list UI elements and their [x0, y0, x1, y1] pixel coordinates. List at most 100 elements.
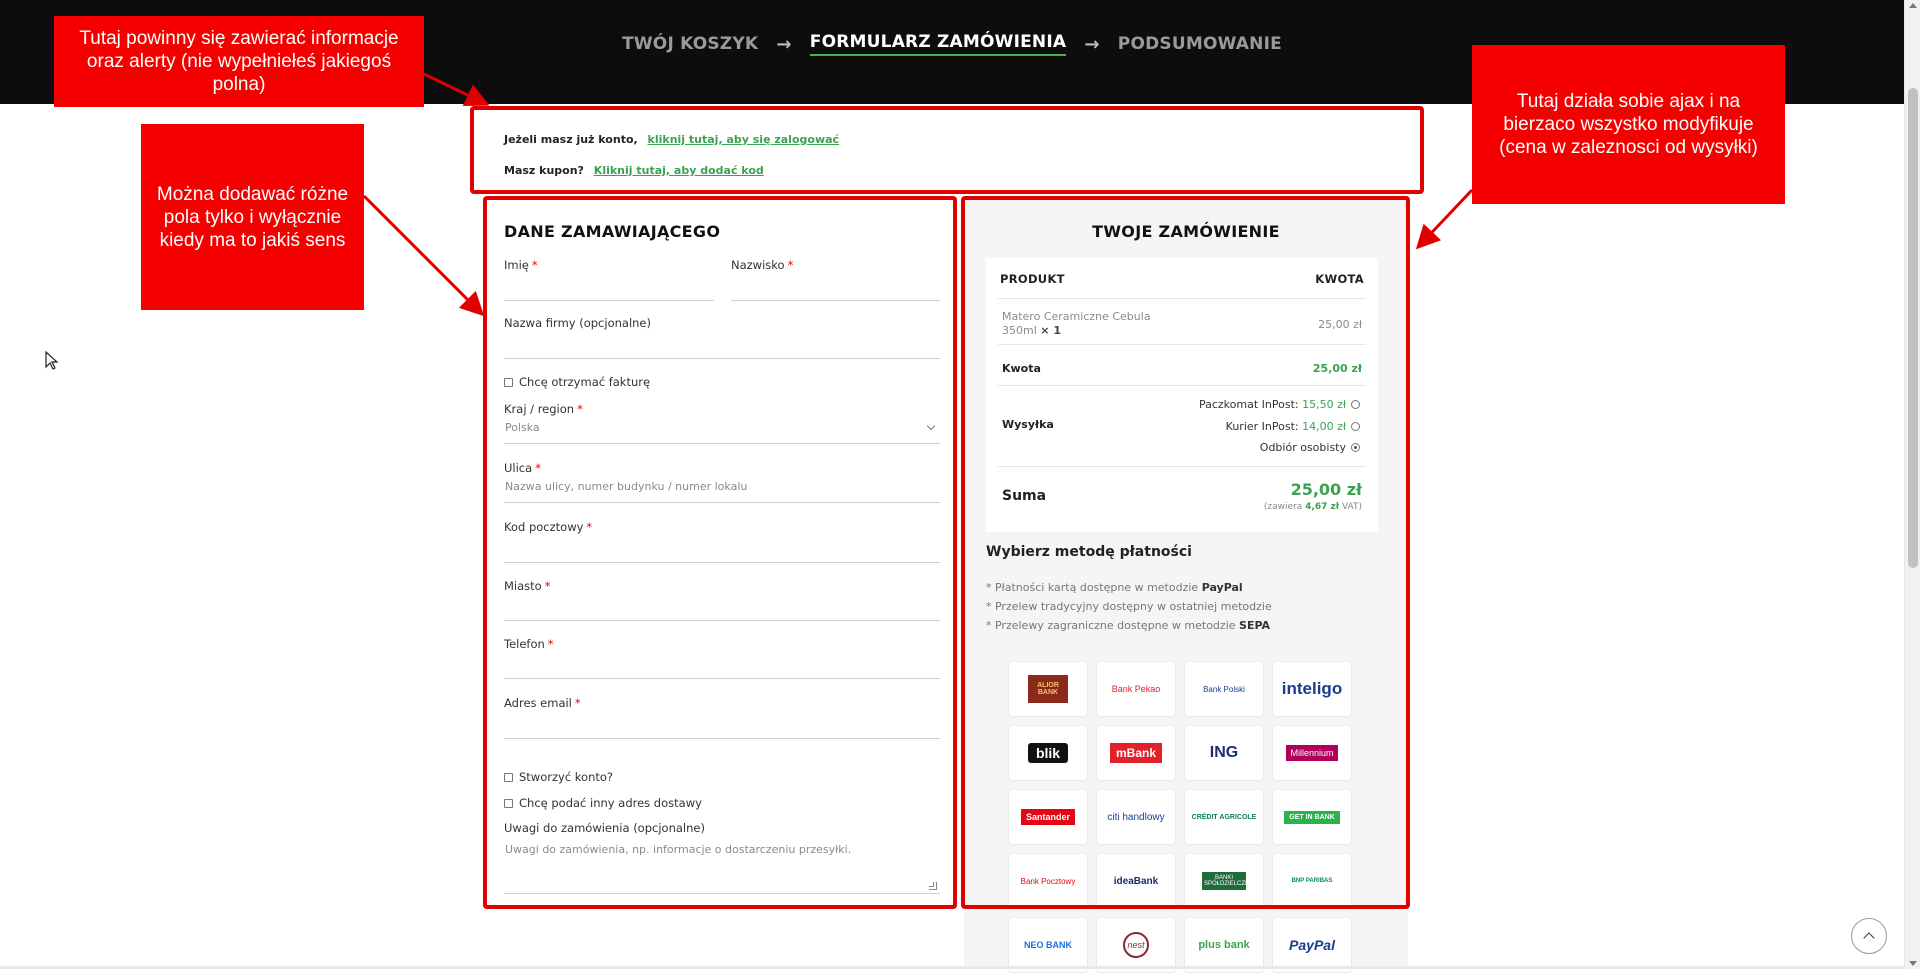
payment-note: * Przelewy zagraniczne dostępne w metodz… — [986, 619, 1270, 632]
radio-button[interactable] — [1351, 400, 1360, 409]
invoice-checkbox[interactable]: Chcę otrzymać fakturę — [504, 375, 650, 389]
create-account-label: Stworzyć konto? — [519, 770, 613, 784]
street-underline — [504, 502, 940, 503]
checkbox-box[interactable] — [504, 378, 513, 387]
vertical-scrollbar[interactable] — [1904, 0, 1920, 969]
col-product: PRODUKT — [1000, 272, 1065, 286]
scroll-thumb[interactable] — [1908, 88, 1918, 568]
resize-handle-icon[interactable] — [929, 882, 937, 890]
bank-tile-bnp[interactable]: BNP PARIBAS — [1272, 853, 1352, 909]
coupon-link[interactable]: Kliknij tutaj, aby dodać kod — [594, 164, 764, 177]
bank-tile-ing[interactable]: ING — [1184, 725, 1264, 781]
ing-logo-icon: ING — [1210, 744, 1238, 762]
divider — [998, 466, 1366, 467]
annotation-right: Tutaj działa sobie ajax i na bierzaco ws… — [1472, 45, 1785, 204]
step-summary[interactable]: PODSUMOWANIE — [1118, 34, 1282, 54]
scroll-down-icon[interactable] — [1909, 961, 1917, 966]
bank-tile-inteligo[interactable]: inteligo — [1272, 661, 1352, 717]
last-name-input[interactable] — [731, 300, 940, 301]
shipping-option-paczkomat[interactable]: Paczkomat InPost: 15,50 zł — [1199, 398, 1360, 411]
radio-button-selected[interactable] — [1351, 443, 1360, 452]
country-select-value[interactable]: Polska — [505, 421, 540, 434]
city-input[interactable] — [504, 620, 940, 621]
neobank-logo-icon: NEO BANK — [1024, 940, 1072, 950]
checkbox-box[interactable] — [504, 799, 513, 808]
annotation-arrow — [1420, 190, 1472, 245]
payment-title: Wybierz metodę płatności — [986, 544, 1192, 560]
subtotal-label: Kwota — [1002, 362, 1041, 375]
col-amount: KWOTA — [1315, 272, 1364, 286]
company-input[interactable] — [504, 358, 940, 359]
billing-form: DANE ZAMAWIAJĄCEGO Imię* Nazwisko* Nazwa… — [488, 200, 952, 905]
bank-tile-ideabank[interactable]: ideaBank — [1096, 853, 1176, 909]
last-name-label: Nazwisko* — [731, 258, 793, 272]
bank-tile-alior[interactable]: ALIOR BANK — [1008, 661, 1088, 717]
city-label: Miasto* — [504, 579, 550, 593]
street-input[interactable]: Nazwa ulicy, numer budynku / numer lokal… — [505, 480, 747, 493]
country-label: Kraj / region* — [504, 402, 583, 416]
notes-underline — [504, 893, 940, 894]
millennium-logo-icon: Millennium — [1286, 745, 1337, 761]
bank-tile-millennium[interactable]: Millennium — [1272, 725, 1352, 781]
annotation-arrow — [364, 196, 480, 312]
first-name-input[interactable] — [504, 300, 714, 301]
chevron-down-icon[interactable] — [927, 422, 935, 430]
annotation-text: Tutaj działa sobie ajax i na bierzaco ws… — [1482, 90, 1775, 159]
plusbank-logo-icon: plus bank — [1198, 939, 1249, 951]
radio-button[interactable] — [1351, 422, 1360, 431]
citi-logo-icon: citi handlowy — [1107, 812, 1164, 823]
shipping-option-pickup[interactable]: Odbiór osobisty — [1260, 441, 1360, 454]
mbank-logo-icon: mBank — [1110, 743, 1162, 763]
annotation-left: Można dodawać różne pola tylko i wyłączn… — [141, 124, 364, 310]
first-name-label: Imię* — [504, 258, 538, 272]
login-link[interactable]: kliknij tutaj, aby się zalogować — [648, 133, 840, 146]
pekao-logo-icon: Bank Pekao — [1112, 684, 1161, 694]
bank-tile-getin[interactable]: GET IN BANK — [1272, 789, 1352, 845]
checkout-notices: Jeżeli masz już konto, kliknij tutaj, ab… — [470, 108, 1424, 192]
step-cart[interactable]: TWÓJ KOSZYK — [622, 34, 758, 54]
order-title: TWOJE ZAMÓWIENIE — [964, 222, 1408, 241]
mouse-cursor-icon — [45, 351, 59, 371]
other-address-checkbox[interactable]: Chcę podać inny adres dostawy — [504, 796, 702, 810]
blik-logo-icon: blik — [1028, 743, 1068, 763]
credit-agricole-logo-icon: CRÉDIT AGRICOLE — [1192, 814, 1257, 821]
bank-tile-spoldzielcze[interactable]: BANKI SPÓŁDZIELCZE — [1184, 853, 1264, 909]
vat-info: (zawiera 4,67 zł VAT) — [1264, 502, 1362, 512]
bank-tile-paypal[interactable]: PayPal — [1272, 917, 1352, 973]
payment-note: * Przelew tradycyjny dostępny w ostatnie… — [986, 600, 1272, 613]
postcode-input[interactable] — [504, 562, 940, 563]
scroll-to-top-button[interactable] — [1851, 918, 1887, 954]
bank-tile-credit-agricole[interactable]: CRÉDIT AGRICOLE — [1184, 789, 1264, 845]
create-account-checkbox[interactable]: Stworzyć konto? — [504, 770, 613, 784]
notes-textarea[interactable]: Uwagi do zamówienia, np. informacje o do… — [505, 843, 851, 856]
invoice-label: Chcę otrzymać fakturę — [519, 375, 650, 389]
annotation-text: Można dodawać różne pola tylko i wyłączn… — [151, 183, 354, 252]
total-label: Suma — [1002, 488, 1046, 504]
paypal-logo-icon: PayPal — [1289, 937, 1335, 953]
divider — [998, 385, 1366, 386]
notes-label: Uwagi do zamówienia (opcjonalne) — [504, 821, 705, 835]
subtotal-value: 25,00 zł — [1313, 362, 1362, 375]
shipping-label: Wysyłka — [1002, 418, 1054, 431]
getin-logo-icon: GET IN BANK — [1284, 811, 1340, 824]
bank-tile-nest[interactable]: nest — [1096, 917, 1176, 973]
bank-tile-pekao[interactable]: Bank Pekao — [1096, 661, 1176, 717]
product-name: Matero Ceramiczne Cebula — [1002, 310, 1151, 323]
scroll-up-icon[interactable] — [1909, 3, 1917, 8]
email-input[interactable] — [504, 738, 940, 739]
country-select[interactable] — [504, 443, 940, 444]
bank-tile-pko[interactable]: Bank Polski — [1184, 661, 1264, 717]
arrow-right-icon: → — [776, 34, 791, 55]
bank-tile-citi[interactable]: citi handlowy — [1096, 789, 1176, 845]
bank-tile-mbank[interactable]: mBank — [1096, 725, 1176, 781]
bank-tile-neobank[interactable]: NEO BANK — [1008, 917, 1088, 973]
phone-input[interactable] — [504, 678, 940, 679]
bank-tile-blik[interactable]: blik — [1008, 725, 1088, 781]
bank-tile-pocztowy[interactable]: Bank Pocztowy — [1008, 853, 1088, 909]
checkbox-box[interactable] — [504, 773, 513, 782]
shipping-option-kurier[interactable]: Kurier InPost: 14,00 zł — [1226, 420, 1360, 433]
billing-title: DANE ZAMAWIAJĄCEGO — [504, 222, 720, 241]
step-order-form[interactable]: FORMULARZ ZAMÓWIENIA — [810, 32, 1066, 56]
bank-tile-santander[interactable]: Santander — [1008, 789, 1088, 845]
bank-tile-plusbank[interactable]: plus bank — [1184, 917, 1264, 973]
